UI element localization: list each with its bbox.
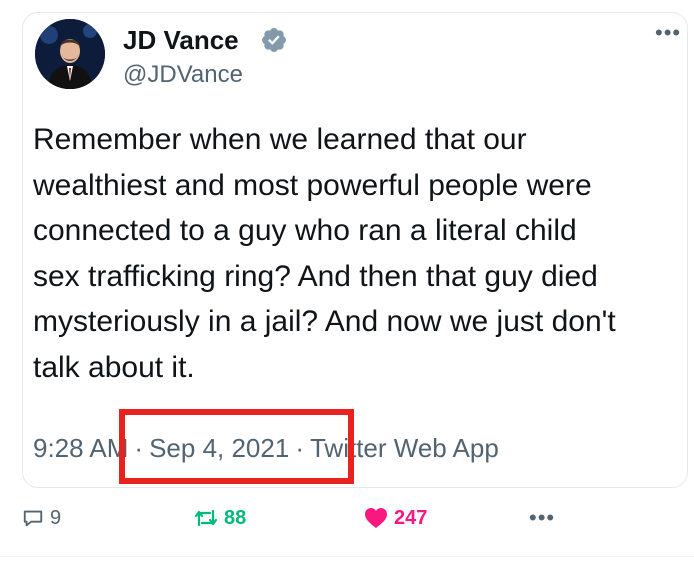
tweet-source[interactable]: Twitter Web App [310,433,499,463]
tweet-text: Remember when we learned that our wealth… [33,123,616,384]
tweet-time[interactable]: 9:28 AM [33,433,128,463]
more-options-icon[interactable]: ••• [655,22,681,44]
retweet-icon [194,509,218,527]
avatar[interactable] [35,19,105,89]
tweet-date[interactable]: Sep 4, 2021 [149,433,289,463]
like-button[interactable]: 247 [364,506,427,530]
tweet-actions-bar: 9 88 247 ••• [0,506,694,542]
heart-icon [365,508,387,528]
like-count: 247 [394,507,428,529]
retweet-button[interactable]: 88 [194,506,246,530]
more-icon[interactable]: ••• [529,506,555,530]
author-handle[interactable]: @JDVance [123,61,243,89]
reply-button[interactable]: 9 [22,506,61,530]
meta-separator: · [134,433,144,463]
author-name[interactable]: JD Vance [123,25,239,55]
tweet-metadata: 9:28 AM · Sep 4, 2021 · Twitter Web App [33,432,499,464]
verified-badge-icon [262,28,286,52]
divider [0,556,694,557]
meta-separator: · [295,433,304,463]
tweet-card[interactable]: JD Vance @JDVance ••• Remember when we l… [22,12,688,488]
reply-count: 9 [50,507,62,529]
reply-icon [23,510,43,527]
retweet-count: 88 [224,507,247,529]
